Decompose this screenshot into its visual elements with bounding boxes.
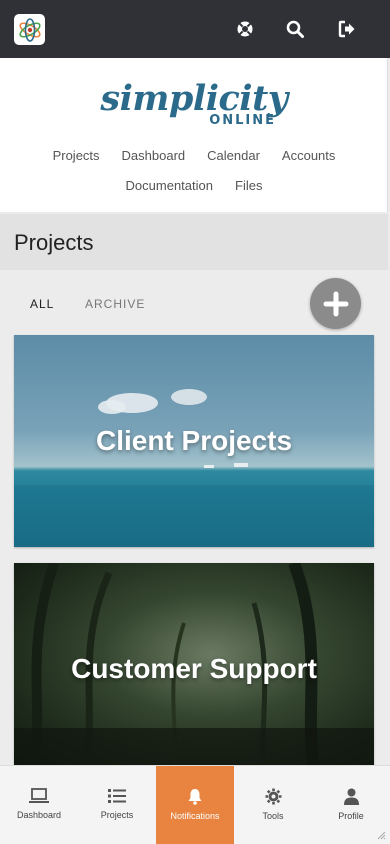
- card-title: Customer Support: [71, 653, 317, 684]
- project-card-customer-support[interactable]: Customer Support: [14, 563, 374, 766]
- app-logo-icon[interactable]: [14, 14, 45, 45]
- add-project-button[interactable]: [310, 278, 361, 329]
- tab-tools[interactable]: Tools: [234, 766, 312, 844]
- nav-row-2: Documentation Files: [0, 178, 388, 193]
- section-header: Projects: [0, 214, 388, 270]
- nav-link-projects[interactable]: Projects: [42, 148, 111, 163]
- gear-icon: [265, 788, 281, 805]
- laptop-icon: [29, 788, 49, 803]
- tab-dashboard[interactable]: Dashboard: [0, 766, 78, 844]
- tab-label: Projects: [100, 810, 134, 820]
- help-lifebuoy-icon[interactable]: [233, 17, 257, 41]
- filter-tab-archive[interactable]: ARCHIVE: [85, 297, 145, 311]
- resize-grip-icon: [377, 831, 386, 840]
- project-card-client-projects[interactable]: Client Projects: [14, 335, 374, 547]
- tab-label: Profile: [338, 811, 364, 821]
- header-panel: simplicity ONLINE Projects Dashboard Cal…: [0, 58, 388, 212]
- logout-icon[interactable]: [335, 17, 359, 41]
- nav-link-files[interactable]: Files: [224, 178, 273, 193]
- list-icon: [108, 789, 126, 803]
- top-bar: [0, 0, 390, 58]
- card-title: Client Projects: [95, 425, 293, 456]
- tab-label: Tools: [262, 811, 284, 821]
- bottom-tab-bar: Dashboard Projects Notifications Tools P…: [0, 765, 390, 844]
- search-icon[interactable]: [283, 17, 307, 41]
- nav-link-documentation[interactable]: Documentation: [115, 178, 224, 193]
- nav-row-1: Projects Dashboard Calendar Accounts: [0, 148, 388, 163]
- person-icon: [343, 788, 359, 805]
- page-title: Projects: [14, 230, 94, 255]
- tab-notifications[interactable]: Notifications: [156, 766, 234, 844]
- plus-icon: [323, 291, 348, 316]
- filter-tab-all[interactable]: ALL: [30, 297, 54, 311]
- brand-logo-subtitle: ONLINE: [209, 113, 276, 128]
- tab-label: Dashboard: [16, 810, 62, 820]
- tab-projects[interactable]: Projects: [78, 766, 156, 844]
- nav-link-accounts[interactable]: Accounts: [271, 148, 346, 163]
- nav-link-dashboard[interactable]: Dashboard: [111, 148, 197, 163]
- bell-icon: [188, 789, 202, 805]
- tab-label: Notifications: [170, 811, 220, 821]
- nav-link-calendar[interactable]: Calendar: [196, 148, 271, 163]
